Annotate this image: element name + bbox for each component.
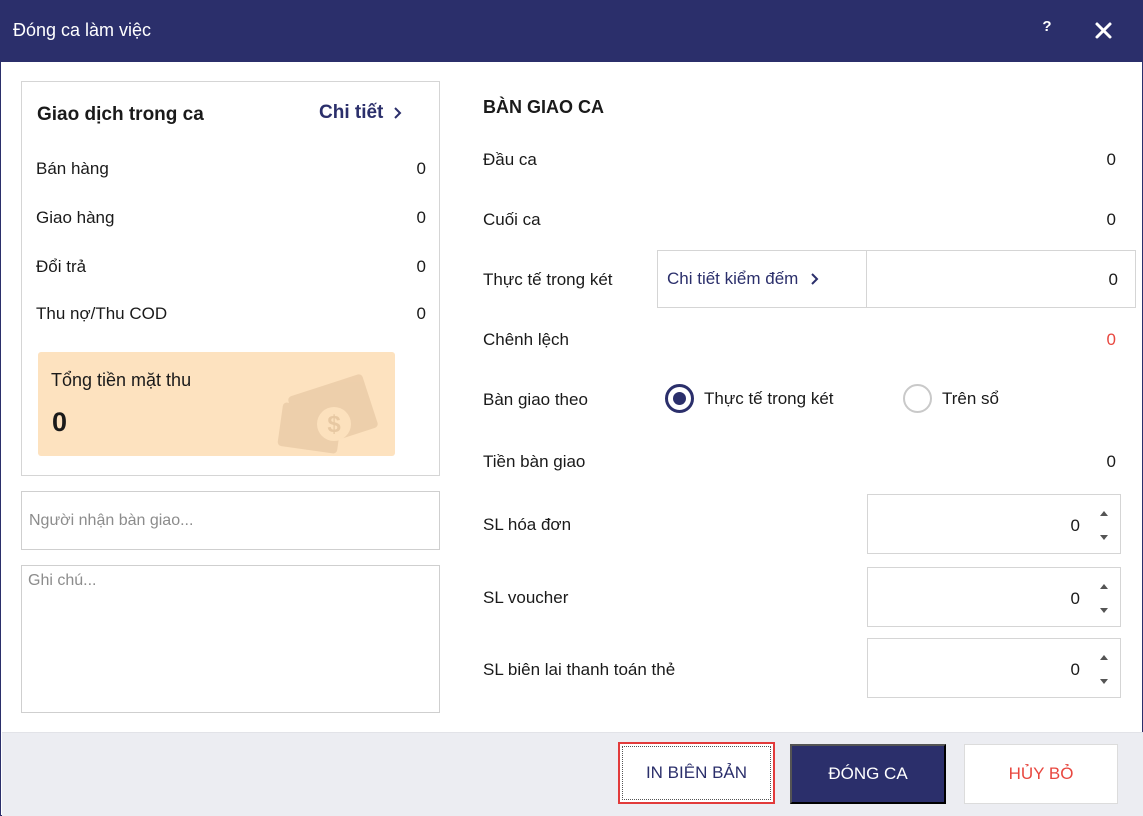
count-detail-link[interactable]: Chi tiết kiểm đếm (658, 251, 867, 307)
card-receipt-count-stepper[interactable]: 0 (867, 638, 1121, 698)
transaction-row-label: Thu nợ/Thu COD (36, 304, 168, 323)
radio-book-balance[interactable]: Trên sổ (903, 384, 999, 413)
handover-amount-value: 0 (1106, 452, 1116, 471)
closing-label: Cuối ca (483, 210, 541, 229)
radio-actual-cash[interactable]: Thực tế trong két (665, 384, 834, 413)
difference-value: 0 (1106, 330, 1116, 349)
radio-label: Thực tế trong két (704, 388, 834, 408)
print-report-button[interactable]: IN BIÊN BẢN (618, 742, 775, 804)
close-shift-button[interactable]: ĐÓNG CA (790, 744, 946, 804)
transaction-row-value: 0 (416, 304, 426, 323)
invoice-count-stepper[interactable]: 0 (867, 494, 1121, 554)
handover-by-label: Bàn giao theo (483, 390, 588, 409)
handover-title: BÀN GIAO CA (483, 97, 604, 117)
window-title: Đóng ca làm việc (13, 20, 152, 40)
invoice-count-label: SL hóa đơn (483, 515, 572, 534)
help-icon[interactable]: ? (1037, 18, 1057, 42)
opening-label: Đầu ca (483, 150, 537, 169)
spinner-down-icon[interactable] (1097, 531, 1111, 545)
chevron-right-icon (811, 273, 819, 285)
stepper-value: 0 (1070, 589, 1080, 608)
close-icon[interactable] (1091, 16, 1117, 44)
transaction-row-value: 0 (416, 208, 426, 227)
chevron-right-icon (394, 107, 402, 119)
transaction-row-value: 0 (416, 159, 426, 178)
spinner-up-icon[interactable] (1097, 506, 1111, 520)
stepper-value: 0 (1070, 516, 1080, 535)
spinner-down-icon[interactable] (1097, 675, 1111, 689)
cancel-button[interactable]: HỦY BỎ (964, 744, 1118, 804)
transaction-row-value: 0 (416, 257, 426, 276)
money-icon: $ (277, 374, 378, 454)
spinner-down-icon[interactable] (1097, 604, 1111, 618)
spinner-up-icon[interactable] (1097, 579, 1111, 593)
radio-circle (665, 384, 694, 413)
cash-total-card: $ Tổng tiền mặt thu 0 (38, 352, 395, 456)
transactions-detail-link[interactable]: Chi tiết (319, 102, 403, 124)
spinner-up-icon[interactable] (1097, 650, 1111, 664)
voucher-count-label: SL voucher (483, 588, 569, 607)
count-detail-label: Chi tiết kiểm đếm (667, 269, 799, 288)
transaction-row-label: Đổi trả (36, 257, 87, 276)
cash-total-value: 0 (52, 407, 68, 437)
receiver-input[interactable] (21, 491, 440, 550)
close-shift-dialog: Đóng ca làm việc ? Giao dịch trong ca Ch… (0, 0, 1143, 816)
transaction-row-label: Giao hàng (36, 208, 115, 227)
radio-label: Trên sổ (942, 388, 1000, 408)
stepper-value: 0 (1070, 660, 1080, 679)
closing-value: 0 (1106, 210, 1116, 229)
opening-value: 0 (1106, 150, 1116, 169)
cash-total-label: Tổng tiền mặt thu (51, 370, 192, 390)
actual-cash-value[interactable]: 0 (1109, 270, 1118, 290)
card-receipt-count-label: SL biên lai thanh toán thẻ (483, 660, 676, 679)
note-textarea[interactable] (21, 565, 440, 713)
actual-cash-label: Thực tế trong két (483, 270, 613, 289)
transaction-row-label: Bán hàng (36, 159, 109, 178)
radio-circle (903, 384, 932, 413)
handover-amount-label: Tiền bàn giao (483, 452, 586, 471)
title-bar: Đóng ca làm việc ? (1, 1, 1143, 62)
transactions-panel: Giao dịch trong ca Chi tiết Bán hàng 0 G… (21, 81, 440, 476)
print-report-label: IN BIÊN BẢN (622, 746, 771, 800)
difference-label: Chênh lệch (483, 330, 570, 349)
transactions-detail-label: Chi tiết (319, 102, 384, 123)
actual-cash-box: Chi tiết kiểm đếm 0 (657, 250, 1136, 308)
voucher-count-stepper[interactable]: 0 (867, 567, 1121, 627)
svg-text:$: $ (327, 411, 341, 438)
transactions-title: Giao dịch trong ca (37, 104, 204, 125)
